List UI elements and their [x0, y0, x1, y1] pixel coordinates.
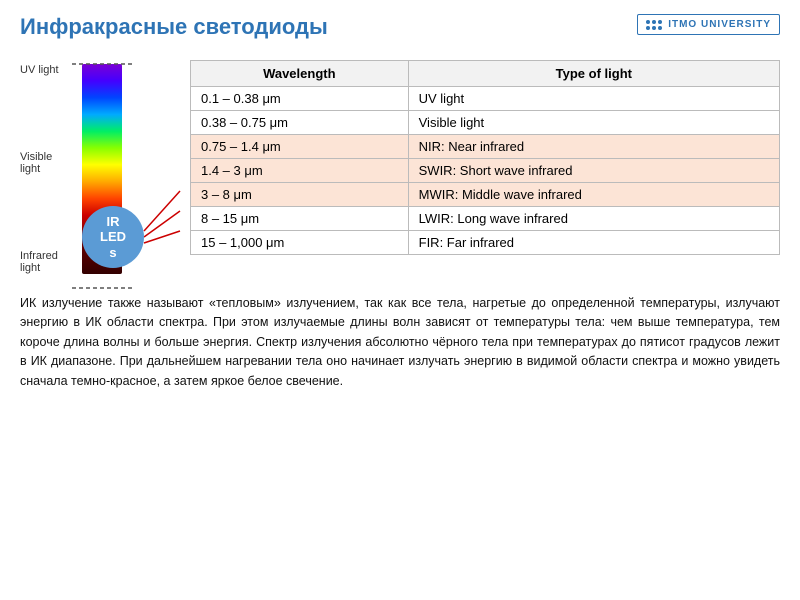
table-row: 15 – 1,000 μmFIR: Far infrared: [191, 231, 780, 255]
infrared-label: Infrared light: [20, 250, 72, 274]
table-cell-type: LWIR: Long wave infrared: [408, 207, 779, 231]
page-title: Инфракрасные светодиоды: [20, 14, 328, 40]
table-cell-type: UV light: [408, 87, 779, 111]
table-cell-type: SWIR: Short wave infrared: [408, 159, 779, 183]
table-cell-wavelength: 3 – 8 μm: [191, 183, 409, 207]
spectrum-section: UV light Visible light Infrared light IR…: [20, 46, 180, 284]
table-body: 0.1 – 0.38 μmUV light0.38 – 0.75 μmVisib…: [191, 87, 780, 255]
uv-label: UV light: [20, 64, 72, 76]
table-section: Wavelength Type of light 0.1 – 0.38 μmUV…: [190, 46, 780, 284]
table-row: 1.4 – 3 μmSWIR: Short wave infrared: [191, 159, 780, 183]
table-row: 3 – 8 μmMWIR: Middle wave infrared: [191, 183, 780, 207]
spectrum-labels: UV light Visible light Infrared light: [20, 46, 72, 284]
table-cell-type: Visible light: [408, 111, 779, 135]
table-row: 0.38 – 0.75 μmVisible light: [191, 111, 780, 135]
logo-dot: [652, 26, 656, 30]
logo-text: ITMO UNIVERSITY: [668, 19, 771, 30]
table-row: 0.1 – 0.38 μmUV light: [191, 87, 780, 111]
table-cell-wavelength: 15 – 1,000 μm: [191, 231, 409, 255]
logo-dot: [658, 26, 662, 30]
table-cell-type: FIR: Far infrared: [408, 231, 779, 255]
table-cell-wavelength: 0.1 – 0.38 μm: [191, 87, 409, 111]
table-row: 8 – 15 μmLWIR: Long wave infrared: [191, 207, 780, 231]
logo-dots: [646, 20, 662, 30]
visible-label: Visible light: [20, 151, 72, 175]
table-cell-type: MWIR: Middle wave infrared: [408, 183, 779, 207]
diagram-section: UV light Visible light Infrared light IR…: [0, 46, 800, 284]
body-text: ИК излучение также называют «тепловым» и…: [0, 284, 800, 401]
col-type: Type of light: [408, 61, 779, 87]
logo-dot: [652, 20, 656, 24]
header: Инфракрасные светодиоды ITMO UNIVERSITY: [0, 0, 800, 46]
col-wavelength: Wavelength: [191, 61, 409, 87]
ir-leds-bubble: IR LED s: [82, 206, 144, 268]
logo: ITMO UNIVERSITY: [637, 14, 780, 35]
table-cell-wavelength: 0.75 – 1.4 μm: [191, 135, 409, 159]
table-cell-wavelength: 1.4 – 3 μm: [191, 159, 409, 183]
logo-dot: [646, 26, 650, 30]
logo-dot: [646, 20, 650, 24]
logo-dot: [658, 20, 662, 24]
wavelength-table: Wavelength Type of light 0.1 – 0.38 μmUV…: [190, 60, 780, 255]
table-row: 0.75 – 1.4 μmNIR: Near infrared: [191, 135, 780, 159]
table-cell-wavelength: 8 – 15 μm: [191, 207, 409, 231]
table-cell-type: NIR: Near infrared: [408, 135, 779, 159]
table-cell-wavelength: 0.38 – 0.75 μm: [191, 111, 409, 135]
